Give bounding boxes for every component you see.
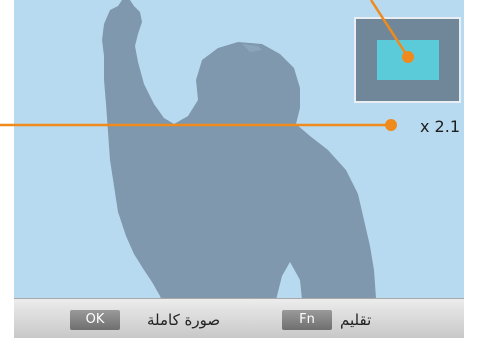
- callout-overlay: [0, 0, 414, 131]
- callout-dot-zoom: [385, 119, 397, 131]
- callout-dot-preview: [402, 51, 414, 63]
- callout-line-preview: [369, 0, 410, 58]
